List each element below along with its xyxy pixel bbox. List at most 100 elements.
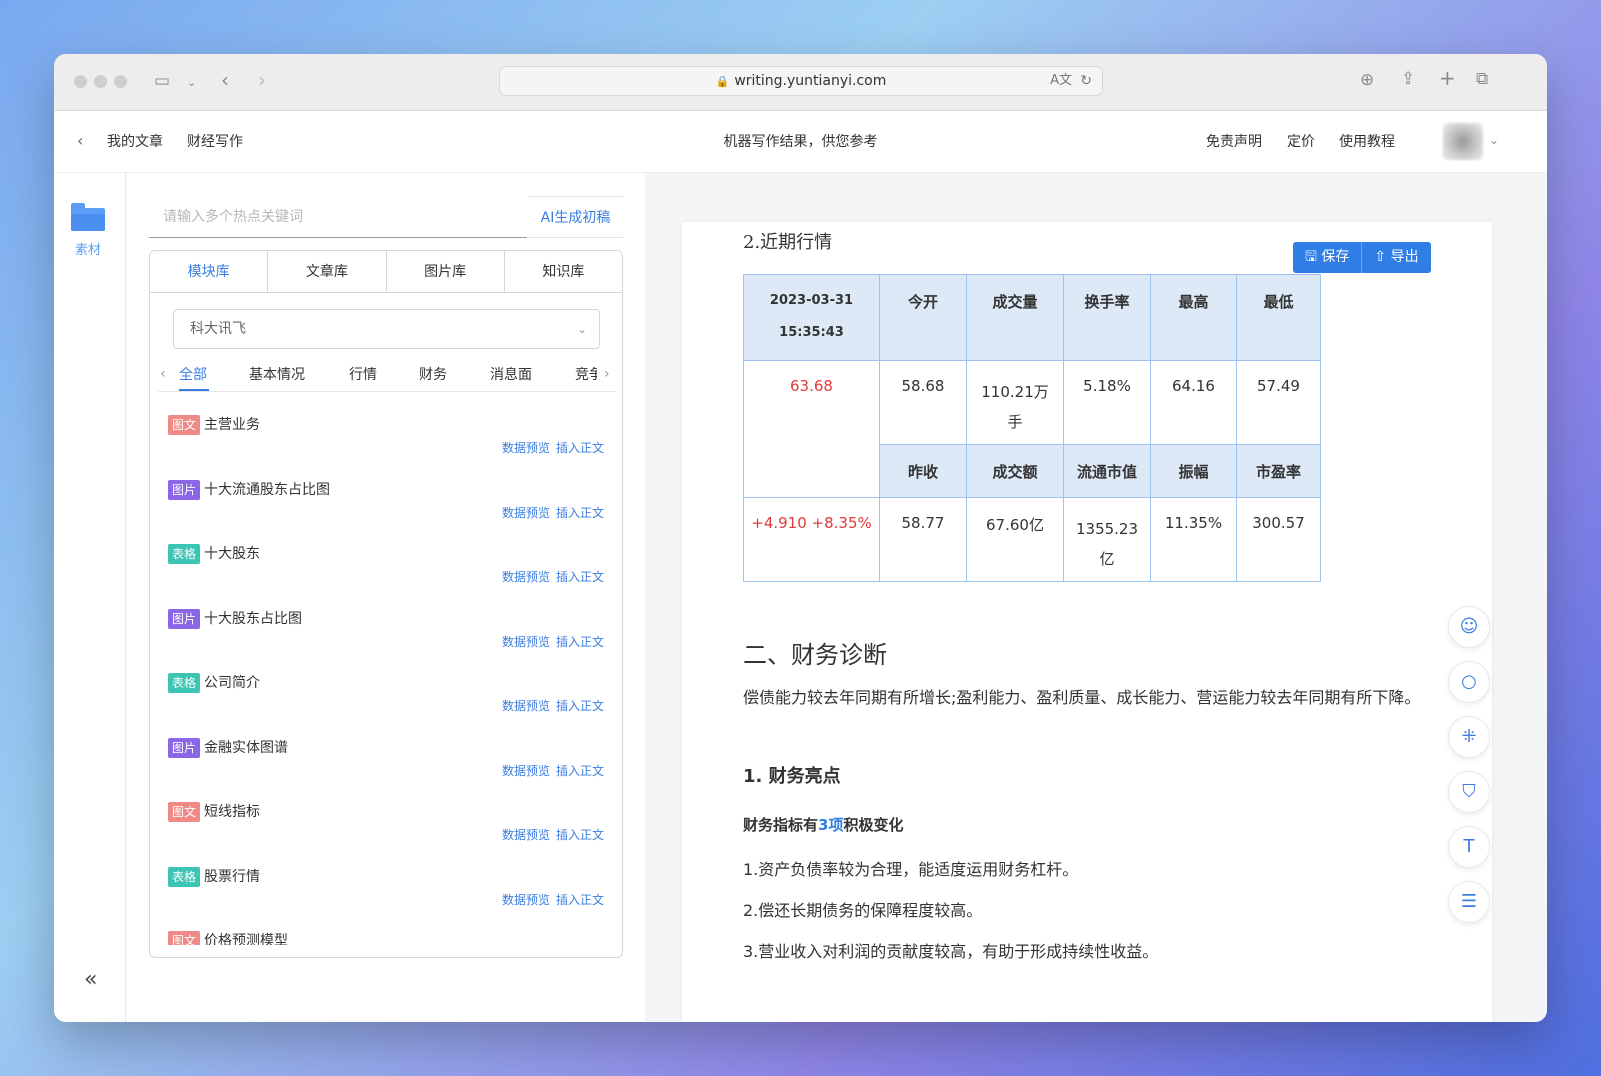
robot-icon[interactable]: ☺: [1448, 606, 1490, 648]
item-type-badge: 表格: [168, 866, 201, 887]
data-preview-link[interactable]: 数据预览: [502, 764, 550, 778]
list-item: 表格 十大股东数据预览 插入正文: [150, 528, 622, 593]
data-preview-link[interactable]: 数据预览: [502, 441, 550, 455]
crumb-my-articles[interactable]: 我的文章: [107, 131, 163, 151]
data-preview-link[interactable]: 数据预览: [502, 635, 550, 649]
crumb-finance-writing[interactable]: 财经写作: [187, 131, 243, 151]
value-low: 57.49: [1236, 360, 1321, 445]
keyword-input[interactable]: 请输入多个热点关键词: [149, 196, 527, 238]
chevron-down-icon[interactable]: ⌄: [187, 74, 196, 91]
tab-module-library[interactable]: 模块库: [150, 251, 269, 292]
insert-body-link[interactable]: 插入正文: [556, 828, 604, 842]
item-actions: 数据预览 插入正文: [496, 826, 604, 843]
point-3: 3.营业收入对利润的贡献度较高，有助于形成持续性收益。: [743, 942, 1159, 961]
value-amplitude: 11.35%: [1150, 497, 1237, 582]
item-type-badge: 表格: [168, 544, 201, 564]
translate-icon[interactable]: A文: [1050, 67, 1072, 95]
list-item: 图片 十大流通股东占比图 数据预览 插入正文: [150, 464, 622, 529]
avatar[interactable]: [1443, 123, 1483, 160]
save-button[interactable]: 🖫 保存: [1293, 242, 1362, 273]
stock-select-value: 科大讯飞: [190, 321, 246, 337]
data-preview-link[interactable]: 数据预览: [502, 893, 550, 907]
highlight-count: 3项: [818, 816, 844, 834]
shield-icon[interactable]: ⛉: [1448, 771, 1490, 813]
item-actions: 数据预览 插入正文: [496, 568, 604, 585]
export-icon: ⇧: [1374, 249, 1391, 265]
insert-body-link[interactable]: 插入正文: [556, 441, 604, 455]
category-basic[interactable]: 基本情况: [249, 364, 305, 384]
url-text: writing.yuntianyi.com: [734, 73, 887, 89]
minimize-window-button[interactable]: [94, 75, 107, 88]
back-nav-icon[interactable]: ‹: [221, 70, 229, 90]
disclaimer-link[interactable]: 免责声明: [1206, 131, 1262, 151]
item-title: 主营业务: [204, 417, 260, 433]
lock-icon: 🔒: [715, 75, 730, 88]
header-low: 最低: [1236, 274, 1321, 361]
graph-icon[interactable]: ⁜: [1448, 716, 1490, 758]
share-icon[interactable]: ⇪: [1401, 71, 1415, 88]
module-list: 图文 主营业务 数据预览 插入正文 图片 十大流通股东占比图 数据预览 插入正文 表格 十大股东数…: [150, 399, 622, 945]
data-preview-link[interactable]: 数据预览: [502, 570, 550, 584]
scroll-left-icon[interactable]: ‹: [160, 366, 166, 382]
folder-icon[interactable]: [71, 203, 105, 231]
insert-body-link[interactable]: 插入正文: [556, 570, 604, 584]
text-icon[interactable]: T: [1448, 826, 1490, 868]
item-title: 十大股东: [204, 546, 260, 562]
value-pe: 300.57: [1236, 497, 1321, 582]
insert-body-link[interactable]: 插入正文: [556, 893, 604, 907]
point-1: 1.资产负债率较为合理，能适度运用财务杠杆。: [743, 860, 1079, 879]
tab-overview-icon[interactable]: ⧉: [1476, 71, 1488, 88]
insert-body-link[interactable]: 插入正文: [556, 699, 604, 713]
insert-body-link[interactable]: 插入正文: [556, 635, 604, 649]
data-preview-link[interactable]: 数据预览: [502, 699, 550, 713]
quote-table: 2023-03-31 15:35:43 今开 成交量 换手率 最高 最低 63.6…: [743, 274, 1321, 582]
item-title: 公司简介: [204, 675, 260, 691]
export-button[interactable]: ⇧ 导出: [1362, 242, 1431, 273]
close-window-button[interactable]: [74, 75, 87, 88]
left-rail: 素材 «: [54, 173, 126, 1022]
material-label[interactable]: 素材: [75, 239, 101, 258]
address-bar[interactable]: 🔒 writing.yuntianyi.com A文 ↻: [499, 66, 1103, 96]
category-news[interactable]: 消息面: [490, 364, 532, 384]
header-amplitude: 振幅: [1150, 444, 1237, 498]
search-icon[interactable]: ○: [1448, 661, 1490, 703]
comment-icon[interactable]: ☰: [1448, 881, 1490, 923]
category-competition[interactable]: 竞争: [575, 364, 597, 384]
tab-image-library[interactable]: 图片库: [386, 251, 505, 292]
tutorial-link[interactable]: 使用教程: [1339, 131, 1395, 151]
category-market[interactable]: 行情: [349, 364, 377, 384]
data-preview-link[interactable]: 数据预览: [502, 506, 550, 520]
data-preview-link[interactable]: 数据预览: [502, 828, 550, 842]
chevron-down-icon: ⌄: [576, 322, 587, 336]
category-all[interactable]: 全部: [179, 364, 207, 384]
new-tab-icon[interactable]: +: [1439, 68, 1456, 88]
section-title: 2.近期行情: [743, 232, 833, 253]
pricing-link[interactable]: 定价: [1287, 131, 1315, 151]
zoom-window-button[interactable]: [114, 75, 127, 88]
back-icon[interactable]: ‹: [77, 131, 83, 150]
ai-generate-button[interactable]: AI生成初稿: [528, 196, 623, 238]
header-high: 最高: [1150, 274, 1237, 361]
item-actions: 数据预览 插入正文: [496, 891, 604, 908]
value-high: 64.16: [1150, 360, 1237, 445]
scroll-right-icon[interactable]: ›: [604, 366, 610, 382]
sidebar-toggle-icon[interactable]: ▭: [154, 73, 170, 90]
browser-window: ▭ ⌄ ‹ › 🔒 writing.yuntianyi.com A文 ↻ ⊕ ⇪ …: [54, 54, 1547, 1022]
item-title: 股票行情: [204, 868, 260, 885]
forward-nav-icon[interactable]: ›: [258, 70, 266, 90]
quote-datetime: 2023-03-31 15:35:43: [743, 274, 880, 361]
stock-select[interactable]: 科大讯飞 ⌄: [173, 309, 600, 349]
download-icon[interactable]: ⊕: [1360, 72, 1374, 89]
chevron-down-icon[interactable]: ⌄: [1489, 133, 1499, 147]
category-finance[interactable]: 财务: [419, 364, 447, 384]
tab-knowledge-library[interactable]: 知识库: [504, 251, 622, 292]
collapse-sidebar-icon[interactable]: «: [84, 967, 97, 992]
insert-body-link[interactable]: 插入正文: [556, 764, 604, 778]
tab-article-library[interactable]: 文章库: [268, 251, 387, 292]
item-actions: 数据预览 插入正文: [496, 697, 604, 714]
library-box: 模块库 文章库 图片库 知识库 科大讯飞 ⌄ ‹ 全部 基本情况 行情 财务 消…: [149, 250, 623, 958]
reload-icon[interactable]: ↻: [1080, 67, 1092, 95]
app-header: ‹ 我的文章 财经写作 机器写作结果，供您参考 免责声明 定价 使用教程 ⌄: [54, 111, 1547, 173]
section-heading: 二、财务诊断: [743, 641, 887, 669]
insert-body-link[interactable]: 插入正文: [556, 506, 604, 520]
